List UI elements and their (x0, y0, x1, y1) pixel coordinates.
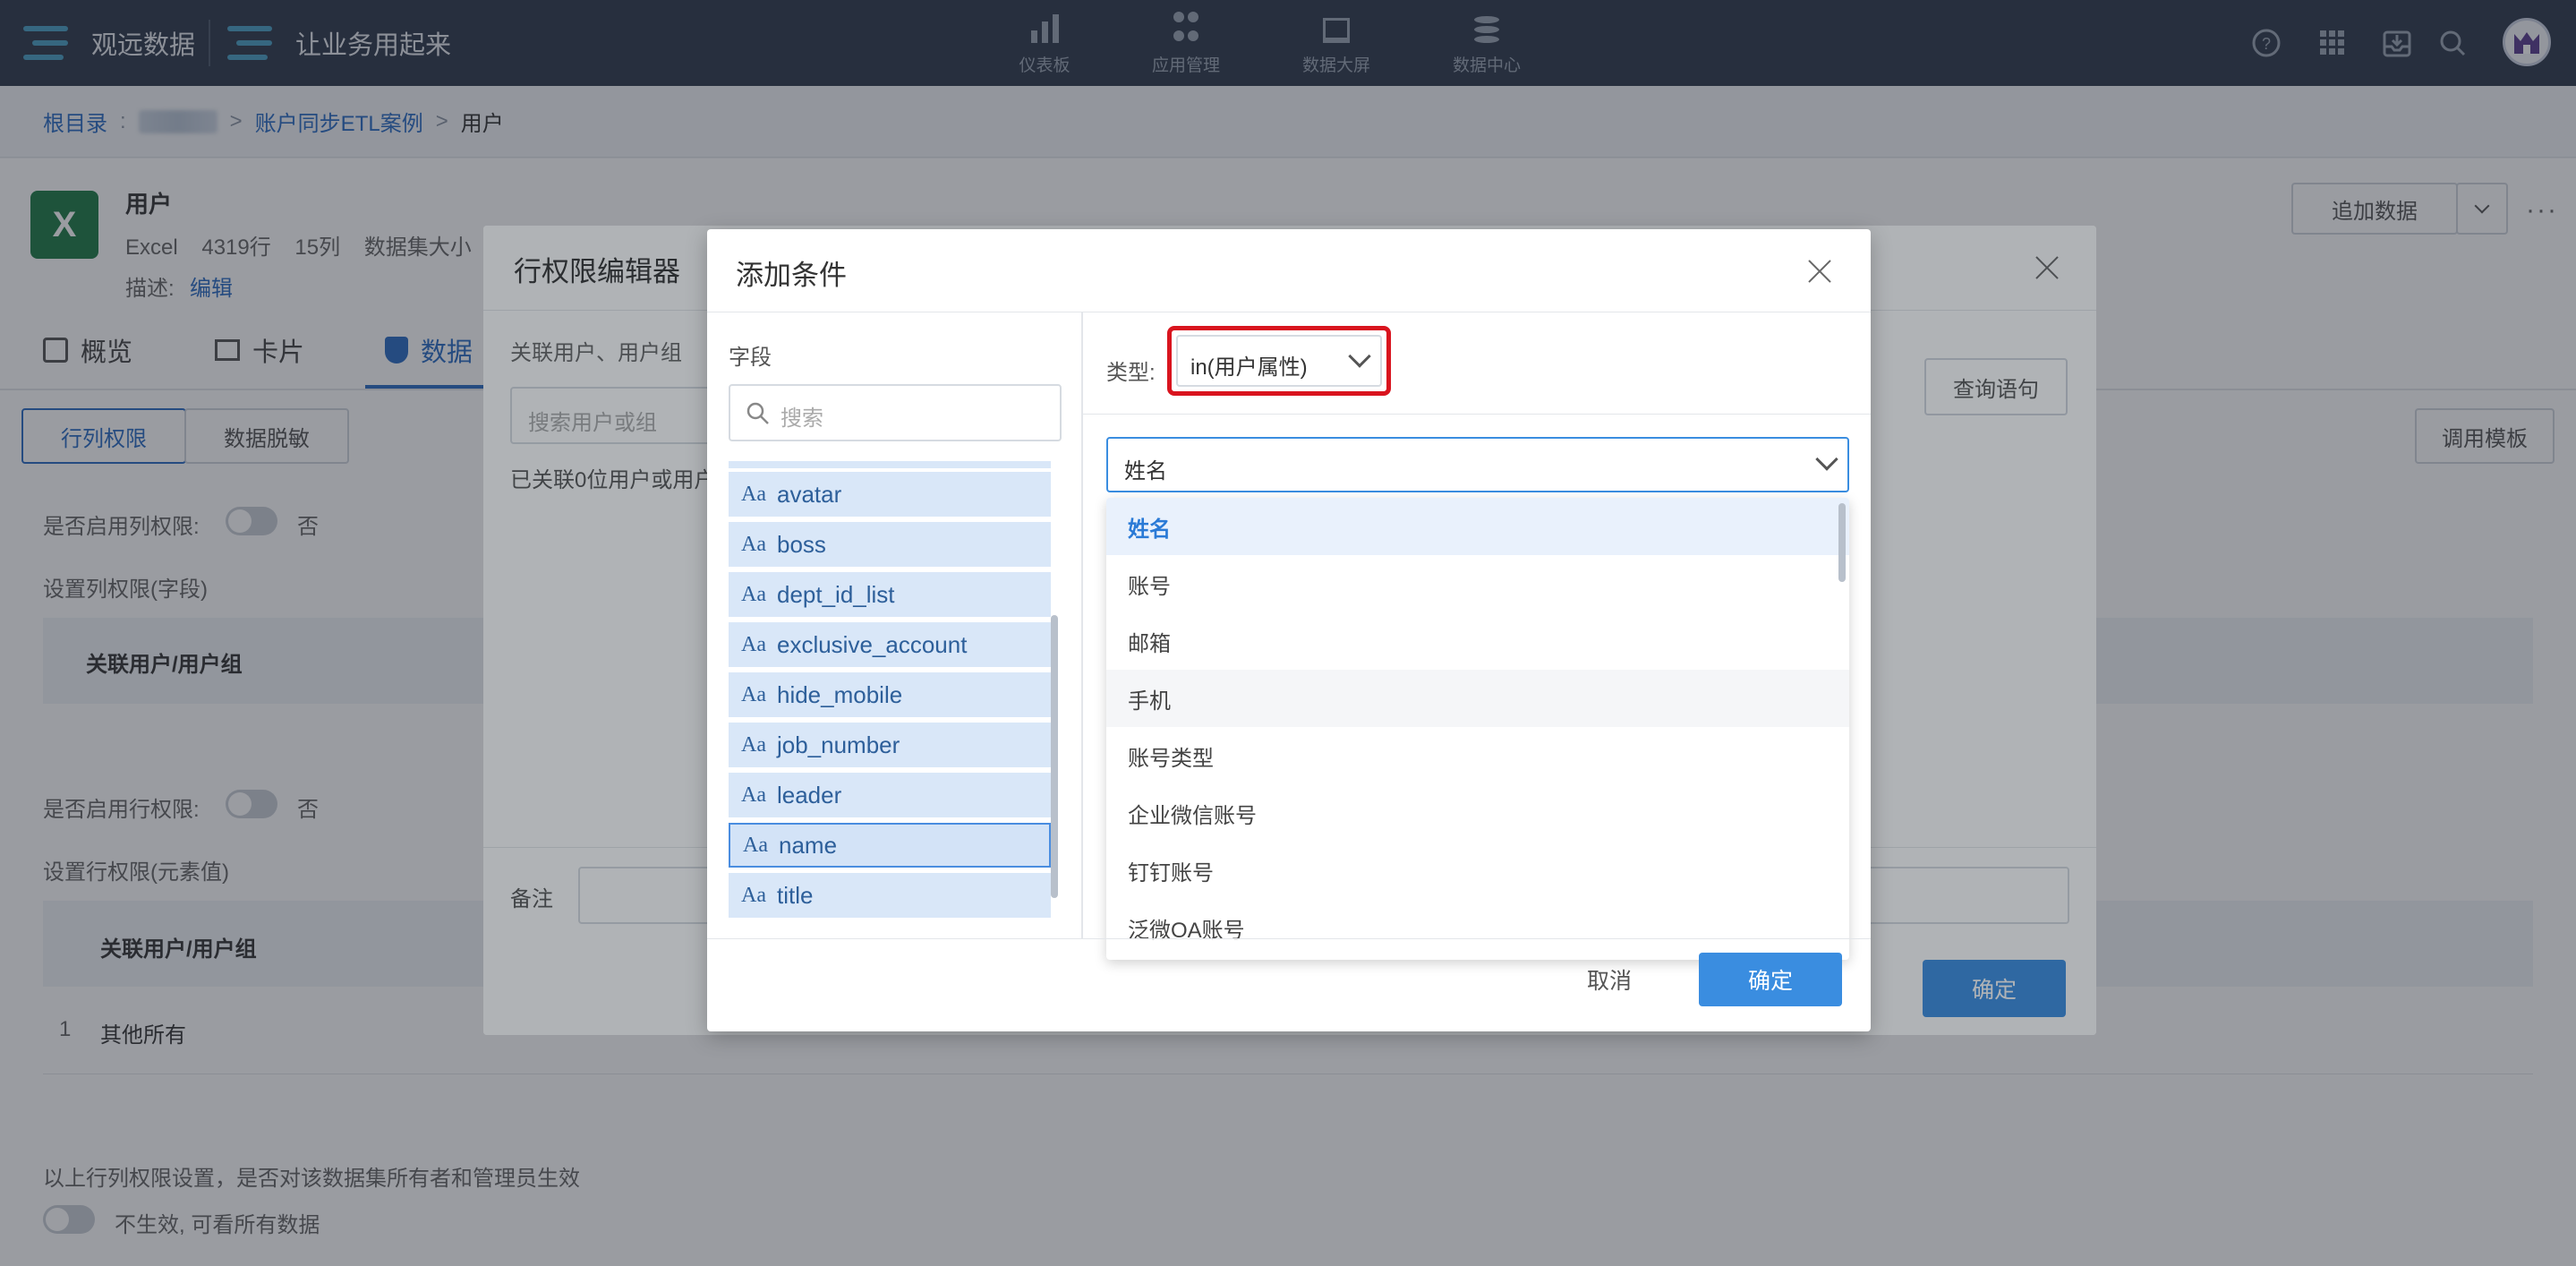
text-type-icon: Aa (741, 632, 766, 656)
text-type-icon: Aa (741, 582, 766, 606)
text-type-icon: Aa (741, 732, 766, 757)
field-label: 字段 (729, 346, 772, 370)
text-type-icon: Aa (741, 883, 766, 907)
field-name: name (778, 831, 838, 859)
attribute-dropdown: 姓名 账号 邮箱 手机 账号类型 企业微信账号 钉钉账号 泛微OA账号 (1106, 498, 1849, 960)
list-item[interactable]: Aa dept_id_list (729, 572, 1051, 617)
field-panel: 字段 搜索 Aa avatar Aa boss Aa dept_id_list Aa e… (707, 312, 1083, 939)
type-select-value: in(用户属性) (1190, 355, 1308, 380)
chevron-down-icon (1348, 345, 1371, 368)
condition-footer-divider (707, 938, 1871, 939)
list-item[interactable]: Aa leader (729, 773, 1051, 817)
attribute-select[interactable]: 姓名 (1106, 437, 1849, 492)
close-icon[interactable] (1806, 258, 1833, 285)
field-name: exclusive_account (776, 630, 968, 658)
text-type-icon: Aa (741, 532, 766, 556)
field-name: title (776, 881, 814, 909)
list-item[interactable]: Aa exclusive_account (729, 622, 1051, 667)
condition-title: 添加条件 (736, 260, 847, 291)
text-type-icon: Aa (741, 482, 766, 506)
dropdown-option[interactable]: 企业微信账号 (1106, 784, 1849, 842)
dropdown-option[interactable]: 账号类型 (1106, 727, 1849, 784)
list-item[interactable]: Aa hide_mobile (729, 672, 1051, 717)
attribute-select-value: 姓名 (1124, 459, 1167, 483)
type-label: 类型: (1106, 361, 1156, 385)
text-type-icon: Aa (741, 783, 766, 807)
field-name: hide_mobile (776, 680, 903, 708)
field-name: leader (776, 781, 842, 808)
field-name: boss (776, 530, 826, 558)
confirm-button[interactable]: 确定 (1699, 953, 1842, 1006)
field-name: job_number (776, 731, 900, 758)
chevron-down-icon (1815, 448, 1838, 471)
text-type-icon: Aa (743, 833, 768, 857)
field-name: dept_id_list (776, 580, 895, 608)
dropdown-option[interactable]: 钉钉账号 (1106, 842, 1849, 899)
list-item-selected[interactable]: Aa name (729, 823, 1051, 868)
list-item[interactable]: Aa boss (729, 522, 1051, 567)
type-select[interactable]: in(用户属性) (1176, 335, 1382, 387)
type-divider (1083, 414, 1871, 415)
field-search-placeholder: 搜索 (780, 406, 823, 431)
field-list-top-fade (729, 461, 1051, 468)
field-name: avatar (776, 480, 842, 508)
search-icon (746, 402, 769, 424)
text-type-icon: Aa (741, 682, 766, 706)
dropdown-option-hovered[interactable]: 手机 (1106, 670, 1849, 727)
field-list-scrollbar[interactable] (1051, 615, 1058, 898)
dropdown-option[interactable]: 账号 (1106, 555, 1849, 612)
list-item[interactable]: Aa title (729, 873, 1051, 918)
field-search-input[interactable]: 搜索 (729, 384, 1062, 441)
dropdown-option[interactable]: 邮箱 (1106, 612, 1849, 670)
dropdown-scrollbar[interactable] (1838, 503, 1846, 582)
add-condition-dialog: 添加条件 字段 搜索 Aa avatar Aa boss Aa dept_id_lis… (707, 229, 1871, 1031)
dropdown-option-selected[interactable]: 姓名 (1106, 498, 1849, 555)
list-item[interactable]: Aa avatar (729, 472, 1051, 517)
cancel-button[interactable]: 取消 (1556, 953, 1663, 1006)
dropdown-option[interactable]: 泛微OA账号 (1106, 899, 1849, 956)
list-item[interactable]: Aa job_number (729, 723, 1051, 767)
